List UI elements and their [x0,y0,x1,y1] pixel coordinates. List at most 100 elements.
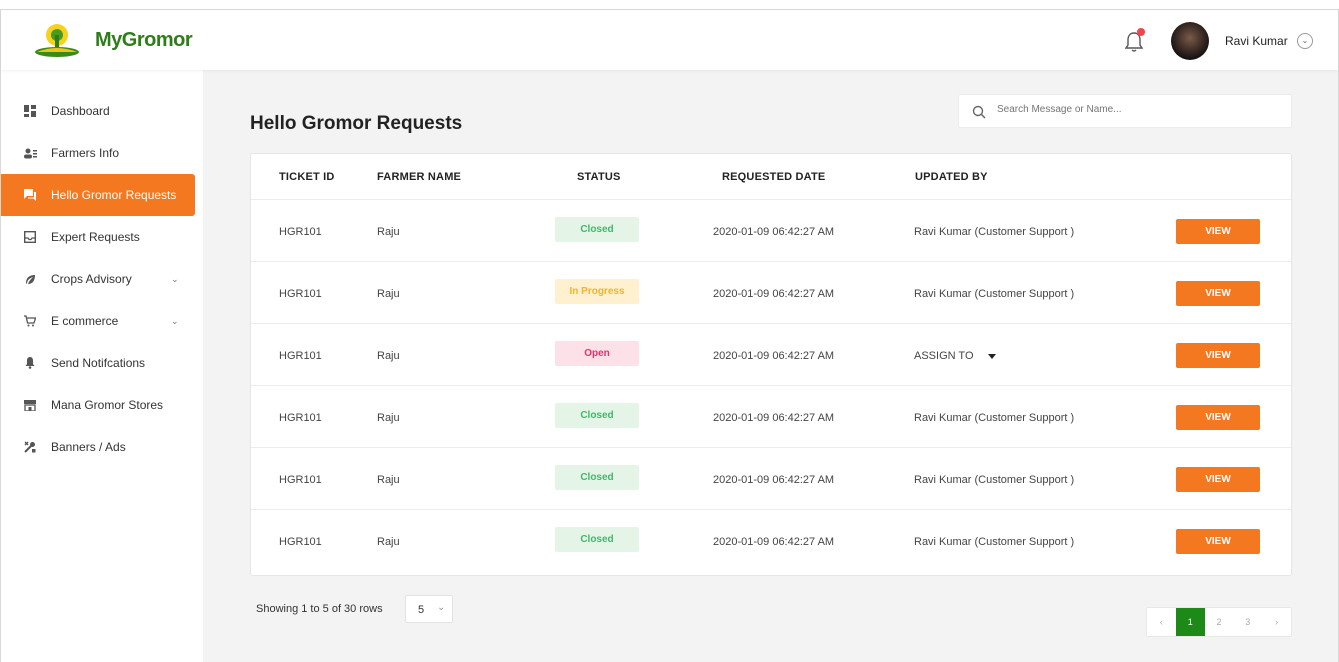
chevron-down-icon[interactable]: ⌄ [171,274,179,285]
requested-date: 2020-01-09 06:42:27 AM [713,226,835,238]
ticket-id: HGR101 [279,288,322,300]
sidebar-item-mana-gromor-stores[interactable]: Mana Gromor Stores [1,384,195,426]
page-title: Hello Gromor Requests [250,113,463,134]
bell-icon [23,356,37,370]
leaf-icon [23,272,37,286]
requested-date: 2020-01-09 06:42:27 AM [713,536,835,548]
ticket-id: HGR101 [279,412,322,424]
view-button[interactable]: VIEW [1176,219,1260,244]
farmer-name: Raju [377,474,400,486]
view-button[interactable]: VIEW [1176,343,1260,368]
caret-down-icon [987,353,996,359]
sidebar-item-label: Expert Requests [51,230,140,244]
chat-icon [23,188,37,202]
requested-date: 2020-01-09 06:42:27 AM [713,474,835,486]
users-icon [23,146,37,160]
sidebar-item-expert-requests[interactable]: Expert Requests [1,216,195,258]
updated-by: Ravi Kumar (Customer Support ) [914,474,1075,486]
dashboard-icon [23,104,37,118]
page-size-value: 5 [418,604,425,616]
farmer-name: Raju [377,412,400,424]
ticket-id: HGR101 [279,226,322,238]
status-badge: Closed [555,217,639,242]
brand-name: MyGromor [95,29,193,51]
sidebar-item-dashboard[interactable]: Dashboard [1,90,195,132]
ticket-id: HGR101 [279,536,322,548]
top-header: MyGromor Ravi Kumar ⌄ [1,10,1338,70]
sidebar-item-label: Hello Gromor Requests [51,188,177,202]
sidebar-item-hello-gromor-requests[interactable]: Hello Gromor Requests [1,174,195,216]
notification-dot [1137,28,1145,36]
sidebar-item-label: Crops Advisory [51,272,132,286]
updated-by: Ravi Kumar (Customer Support ) [914,288,1075,300]
sidebar-item-label: Mana Gromor Stores [51,398,164,412]
user-name[interactable]: Ravi Kumar [1225,34,1288,48]
table-row: HGR101 Raju Closed 2020-01-09 06:42:27 A… [251,386,1291,448]
requested-date: 2020-01-09 06:42:27 AM [713,412,835,424]
page-button-2[interactable]: 2 [1205,608,1234,636]
updated-by: Ravi Kumar (Customer Support ) [914,536,1075,548]
view-button[interactable]: VIEW [1176,467,1260,492]
pagination: ‹ 1 2 3 › [1146,607,1292,637]
page-size-select[interactable]: 5 ⌄ [405,595,453,623]
column-header-status: STATUS [577,171,621,183]
view-button[interactable]: VIEW [1176,281,1260,306]
table-row: HGR101 Raju Closed 2020-01-09 06:42:27 A… [251,200,1291,262]
column-header-farmer-name: FARMER NAME [377,171,462,183]
page-button-3[interactable]: 3 [1233,608,1262,636]
sidebar-item-crops-advisory[interactable]: Crops Advisory ⌄ [1,258,195,300]
page-button-1[interactable]: 1 [1175,608,1205,636]
table-row: HGR101 Raju Open 2020-01-09 06:42:27 AM … [251,324,1291,386]
mygromor-logo [35,24,79,57]
view-button[interactable]: VIEW [1176,529,1260,554]
assign-to-dropdown[interactable]: ASSIGN TO [914,350,996,362]
inbox-icon [23,230,37,244]
sidebar-item-label: E commerce [51,314,119,328]
column-header-ticket-id: TICKET ID [279,171,335,183]
column-header-requested-date: REQUESTED DATE [722,171,826,183]
table-header: TICKET ID FARMER NAME STATUS REQUESTED D… [251,154,1291,200]
search-input[interactable] [997,104,1277,115]
view-button[interactable]: VIEW [1176,405,1260,430]
status-badge: Closed [555,527,639,552]
sidebar-item-farmers-info[interactable]: Farmers Info [1,132,195,174]
ticket-id: HGR101 [279,350,322,362]
cart-icon [23,314,37,328]
sidebar-item-label: Dashboard [51,104,110,118]
farmer-name: Raju [377,350,400,362]
updated-by: Ravi Kumar (Customer Support ) [914,412,1075,424]
requested-date: 2020-01-09 06:42:27 AM [713,350,835,362]
app-window: MyGromor Ravi Kumar ⌄ Dashboard Farmers … [0,9,1339,662]
search-icon [972,105,986,119]
search-box[interactable] [958,94,1292,128]
store-icon [23,398,37,412]
status-badge: Closed [555,403,639,428]
sidebar-item-banners-ads[interactable]: Banners / Ads [1,426,195,468]
sidebar-item-e-commerce[interactable]: E commerce ⌄ [1,300,195,342]
user-menu-chevron-icon[interactable]: ⌄ [1297,33,1313,49]
status-badge: In Progress [555,279,639,304]
sidebar-item-label: Banners / Ads [51,440,126,454]
next-page-button[interactable]: › [1262,608,1291,636]
ticket-id: HGR101 [279,474,322,486]
prev-page-button[interactable]: ‹ [1147,608,1176,636]
rows-summary: Showing 1 to 5 of 30 rows [256,603,383,615]
tools-icon [23,440,37,454]
table-row: HGR101 Raju In Progress 2020-01-09 06:42… [251,262,1291,324]
sidebar-item-label: Farmers Info [51,146,120,160]
sidebar-item-label: Send Notifcations [51,356,146,370]
chevron-down-icon[interactable]: ⌄ [171,316,179,327]
updated-by: Ravi Kumar (Customer Support ) [914,226,1075,238]
sidebar: Dashboard Farmers Info Hello Gromor Requ… [1,70,203,662]
main-content: Hello Gromor Requests TICKET ID FARMER N… [203,70,1338,662]
table-row: HGR101 Raju Closed 2020-01-09 06:42:27 A… [251,448,1291,510]
chevron-down-icon: ⌄ [437,602,446,613]
column-header-updated-by: UPDATED BY [915,171,988,183]
requests-table: TICKET ID FARMER NAME STATUS REQUESTED D… [250,153,1292,576]
table-row: HGR101 Raju Closed 2020-01-09 06:42:27 A… [251,510,1291,572]
sidebar-item-send-notifications[interactable]: Send Notifcations [1,342,195,384]
farmer-name: Raju [377,226,400,238]
avatar[interactable] [1171,22,1209,60]
status-badge: Open [555,341,639,366]
requested-date: 2020-01-09 06:42:27 AM [713,288,835,300]
